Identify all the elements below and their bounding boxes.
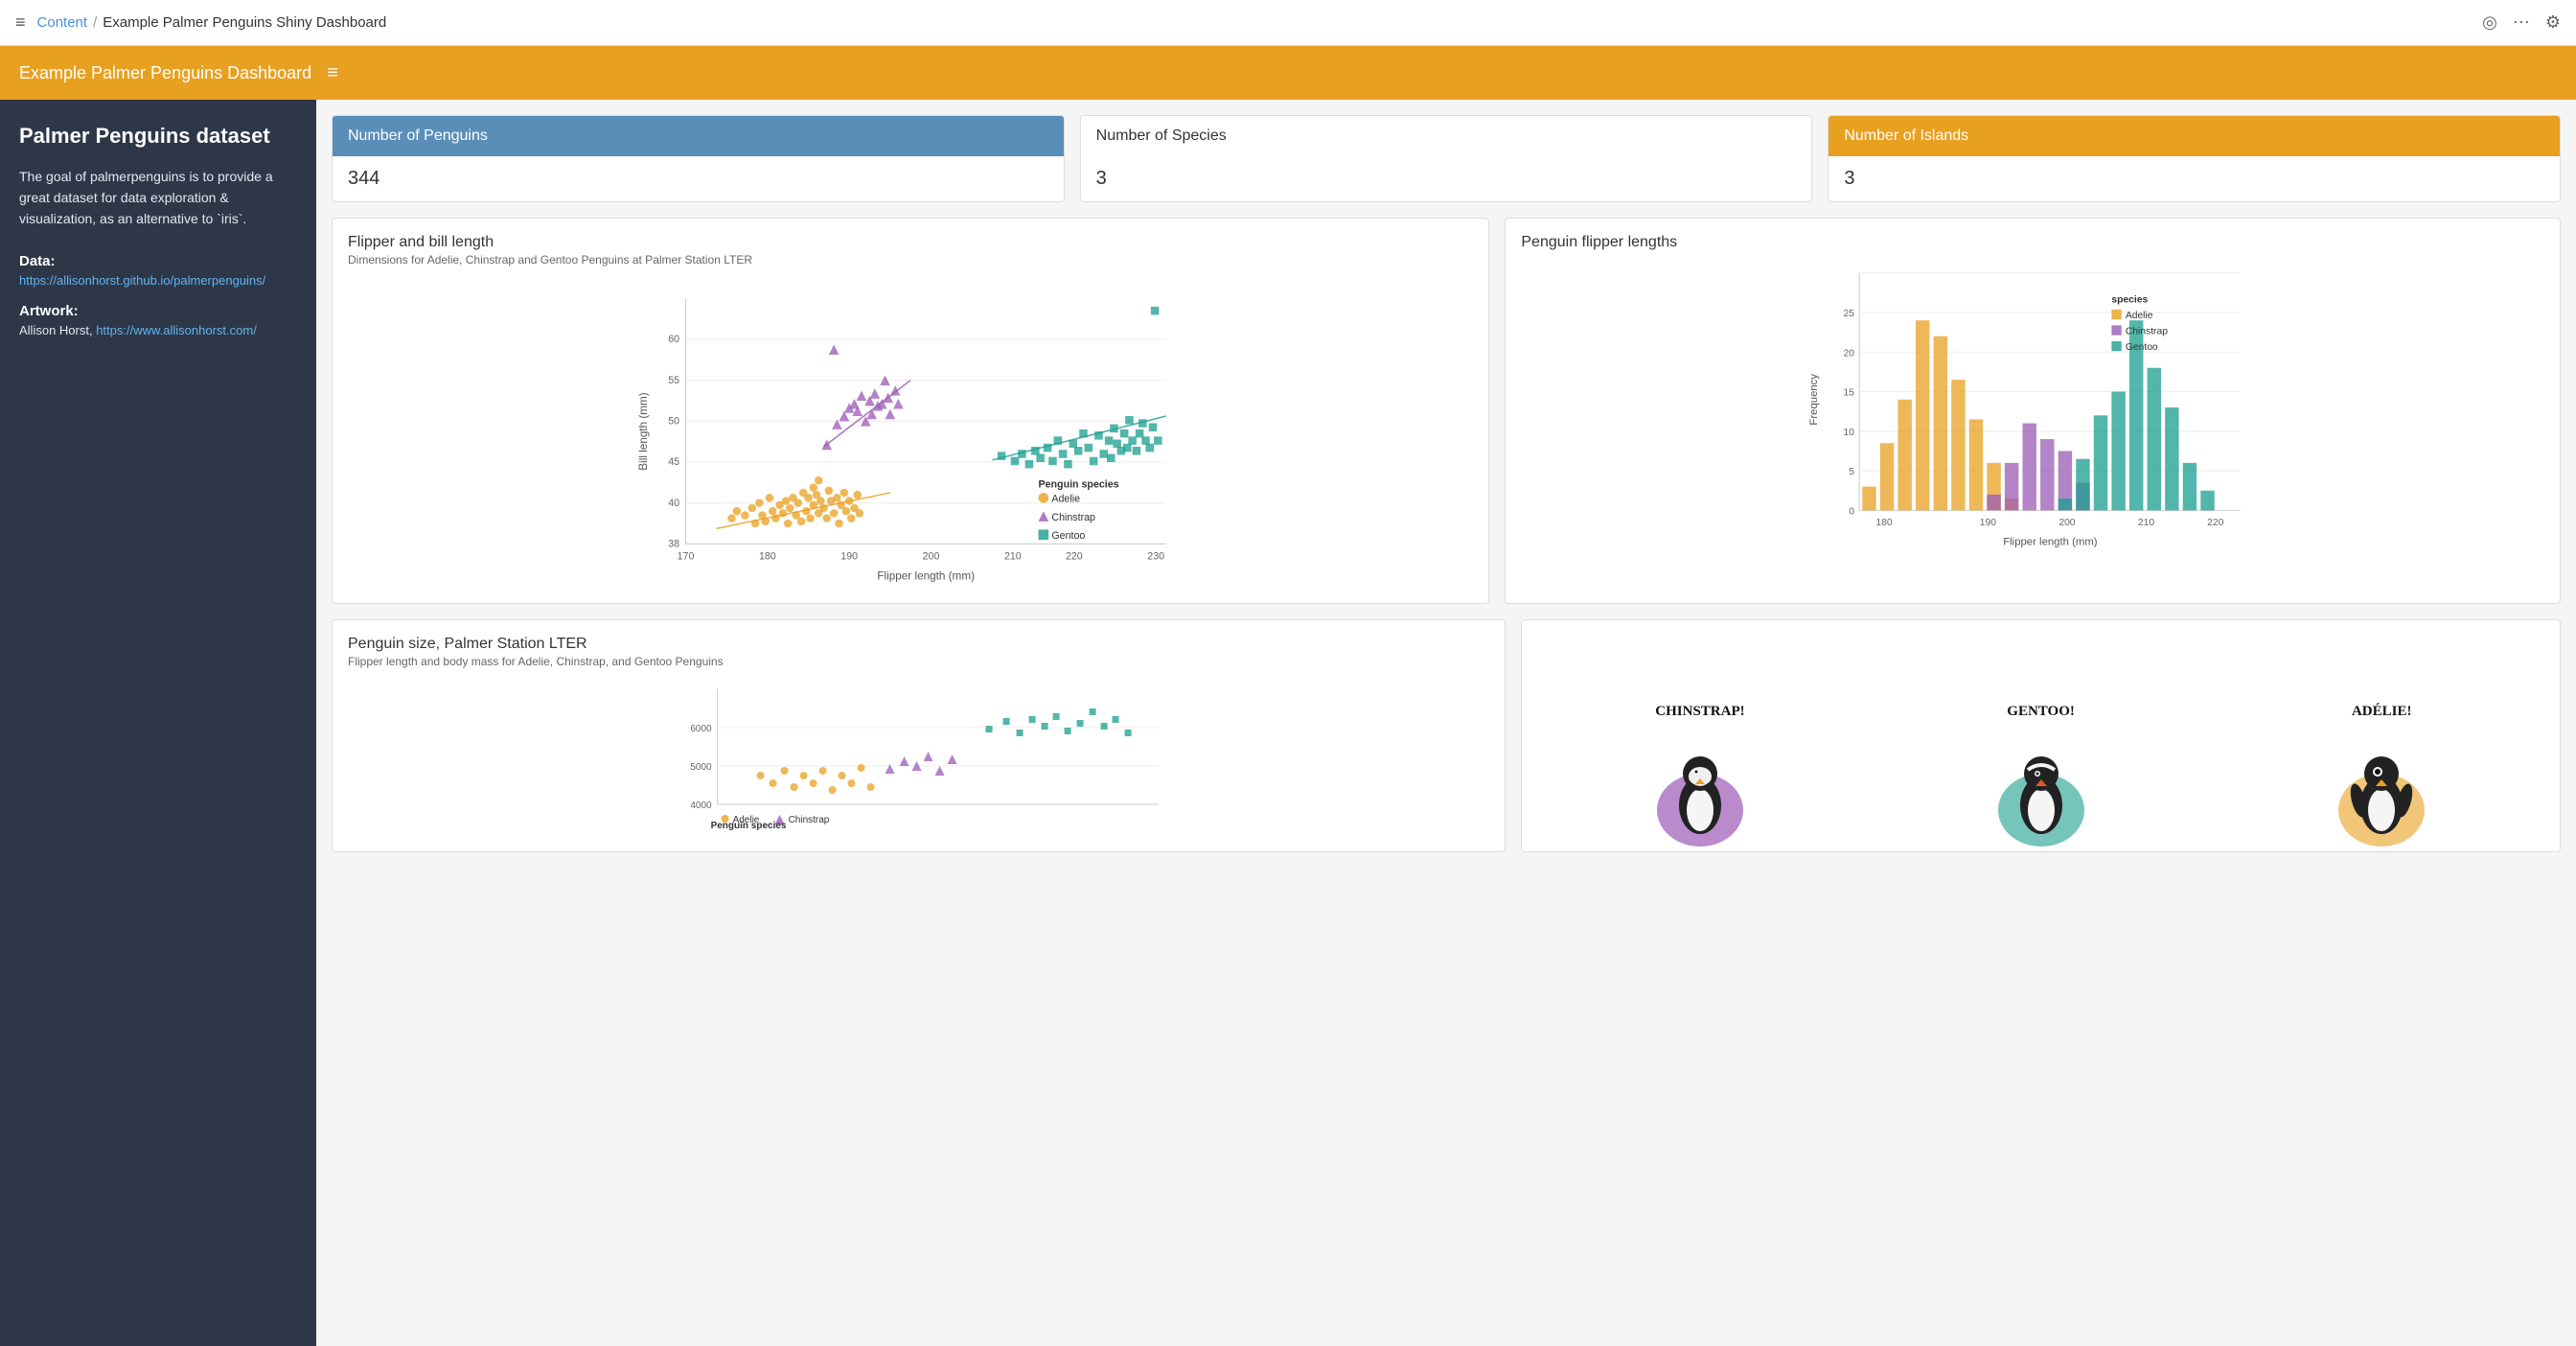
sidebar-artwork-link[interactable]: https://www.allisonhorst.com/ bbox=[96, 323, 257, 337]
svg-text:0: 0 bbox=[1850, 507, 1855, 518]
svg-text:200: 200 bbox=[923, 550, 940, 562]
svg-text:45: 45 bbox=[668, 456, 679, 468]
gentoo-svg bbox=[1993, 724, 2089, 848]
svg-text:230: 230 bbox=[1147, 550, 1164, 562]
scatter-subtitle: Dimensions for Adelie, Chinstrap and Gen… bbox=[348, 253, 1473, 267]
hamburger-icon[interactable]: ≡ bbox=[15, 12, 26, 33]
gear-icon[interactable]: ⚙ bbox=[2545, 12, 2561, 33]
svg-text:Frequency: Frequency bbox=[1808, 374, 1820, 426]
svg-text:10: 10 bbox=[1844, 428, 1855, 438]
sidebar-data-label: Data: bbox=[19, 253, 297, 269]
sidebar-artwork-text: Allison Horst, https://www.allisonhorst.… bbox=[19, 323, 297, 337]
chinstrap-svg bbox=[1652, 724, 1748, 848]
penguins-card-header: Number of Penguins bbox=[333, 116, 1064, 156]
adelie-svg bbox=[2334, 724, 2429, 848]
bottom-scatter-title: Penguin size, Palmer Station LTER bbox=[348, 636, 1489, 653]
breadcrumb-separator: / bbox=[93, 14, 97, 31]
svg-text:Adelie: Adelie bbox=[2126, 311, 2153, 321]
stat-card-penguins: Number of Penguins 344 bbox=[332, 115, 1065, 202]
svg-text:220: 220 bbox=[2208, 518, 2224, 528]
sidebar: Palmer Penguins dataset The goal of palm… bbox=[0, 100, 316, 1346]
svg-text:190: 190 bbox=[840, 550, 858, 562]
svg-text:6000: 6000 bbox=[690, 724, 712, 734]
charts-row: Flipper and bill length Dimensions for A… bbox=[332, 218, 2561, 604]
histogram-svg: 0 5 10 15 20 25 180 190 200 210 220 Flip… bbox=[1521, 253, 2544, 560]
gentoo-penguin: GENTOO! bbox=[1871, 704, 2212, 851]
scatter-title: Flipper and bill length bbox=[348, 234, 1473, 251]
svg-text:40: 40 bbox=[668, 498, 679, 509]
svg-text:Bill length (mm): Bill length (mm) bbox=[637, 392, 650, 470]
svg-text:20: 20 bbox=[1844, 348, 1855, 359]
svg-text:Flipper length (mm): Flipper length (mm) bbox=[877, 570, 975, 583]
svg-text:15: 15 bbox=[1844, 388, 1855, 399]
bottom-scatter-box: Penguin size, Palmer Station LTER Flippe… bbox=[332, 619, 1506, 852]
bottom-scatter-subtitle: Flipper length and body mass for Adelie,… bbox=[348, 655, 1489, 668]
svg-text:210: 210 bbox=[1004, 550, 1022, 562]
svg-text:180: 180 bbox=[1876, 518, 1893, 528]
svg-text:60: 60 bbox=[668, 334, 679, 345]
gentoo-label: GENTOO! bbox=[1871, 704, 2212, 720]
adelie-label: ADÉLIE! bbox=[2211, 704, 2552, 720]
svg-text:25: 25 bbox=[1844, 309, 1855, 319]
svg-text:50: 50 bbox=[668, 416, 679, 428]
stat-cards-row: Number of Penguins 344 Number of Species… bbox=[332, 115, 2561, 202]
chinstrap-penguin: CHINSTRAP! bbox=[1530, 704, 1871, 851]
svg-text:Chinstrap: Chinstrap bbox=[789, 815, 830, 825]
svg-text:5000: 5000 bbox=[690, 762, 712, 773]
bottom-row: Penguin size, Palmer Station LTER Flippe… bbox=[332, 619, 2561, 852]
breadcrumb-link[interactable]: Content bbox=[37, 14, 88, 31]
svg-text:55: 55 bbox=[668, 375, 679, 386]
main-layout: Palmer Penguins dataset The goal of palm… bbox=[0, 100, 2576, 1346]
histogram-chart-box: Penguin flipper lengths 0 5 10 15 bbox=[1505, 218, 2561, 604]
scatter-svg: 38 40 45 50 55 60 170 180 190 200 210 22… bbox=[348, 278, 1473, 585]
content-area: Number of Penguins 344 Number of Species… bbox=[316, 100, 2576, 1346]
breadcrumb: Content / Example Palmer Penguins Shiny … bbox=[37, 14, 387, 31]
svg-text:180: 180 bbox=[759, 550, 776, 562]
svg-text:5: 5 bbox=[1850, 467, 1855, 477]
penguins-card-value: 344 bbox=[333, 156, 1064, 201]
target-icon[interactable]: ◎ bbox=[2482, 12, 2497, 33]
penguin-illustration-box: CHINSTRAP! bbox=[1521, 619, 2561, 852]
topbar-left: ≡ Content / Example Palmer Penguins Shin… bbox=[15, 12, 386, 33]
app-title: Example Palmer Penguins Dashboard bbox=[19, 63, 311, 83]
svg-text:220: 220 bbox=[1066, 550, 1083, 562]
topbar-right: ◎ ⋯ ⚙ bbox=[2482, 12, 2561, 33]
bottom-scatter-svg: 4000 5000 6000 bbox=[348, 680, 1489, 833]
appbar: Example Palmer Penguins Dashboard ≡ bbox=[0, 46, 2576, 100]
species-card-header: Number of Species bbox=[1081, 116, 1812, 156]
appbar-menu-icon[interactable]: ≡ bbox=[327, 62, 338, 84]
species-card-value: 3 bbox=[1081, 156, 1812, 201]
breadcrumb-current: Example Palmer Penguins Shiny Dashboard bbox=[103, 14, 386, 31]
islands-card-header: Number of Islands bbox=[1828, 116, 2560, 156]
svg-text:4000: 4000 bbox=[690, 801, 712, 811]
svg-text:Adelie: Adelie bbox=[1051, 494, 1080, 505]
svg-text:210: 210 bbox=[2138, 518, 2154, 528]
svg-text:170: 170 bbox=[678, 550, 695, 562]
sidebar-description: The goal of palmerpenguins is to provide… bbox=[19, 166, 297, 230]
histogram-title: Penguin flipper lengths bbox=[1521, 234, 2544, 251]
scatter-chart-box: Flipper and bill length Dimensions for A… bbox=[332, 218, 1489, 604]
islands-card-value: 3 bbox=[1828, 156, 2560, 201]
chinstrap-label: CHINSTRAP! bbox=[1530, 704, 1871, 720]
sidebar-title: Palmer Penguins dataset bbox=[19, 123, 297, 151]
svg-text:Gentoo: Gentoo bbox=[2126, 342, 2158, 353]
svg-text:species: species bbox=[2112, 295, 2149, 306]
svg-text:Chinstrap: Chinstrap bbox=[2126, 327, 2168, 337]
sidebar-artwork-label: Artwork: bbox=[19, 303, 297, 319]
svg-text:Penguin species: Penguin species bbox=[1039, 479, 1119, 491]
stat-card-islands: Number of Islands 3 bbox=[1828, 115, 2561, 202]
svg-text:200: 200 bbox=[2059, 518, 2076, 528]
svg-text:Gentoo: Gentoo bbox=[1051, 530, 1085, 542]
svg-text:Flipper length (mm): Flipper length (mm) bbox=[2004, 537, 2099, 548]
stat-card-species: Number of Species 3 bbox=[1080, 115, 1813, 202]
sidebar-data-link[interactable]: https://allisonhorst.github.io/palmerpen… bbox=[19, 273, 297, 288]
dots-icon[interactable]: ⋯ bbox=[2513, 12, 2530, 33]
svg-text:38: 38 bbox=[668, 539, 679, 550]
svg-text:Penguin species: Penguin species bbox=[711, 821, 787, 831]
adelie-penguin: ADÉLIE! bbox=[2211, 704, 2552, 851]
svg-text:Chinstrap: Chinstrap bbox=[1051, 512, 1095, 523]
topbar: ≡ Content / Example Palmer Penguins Shin… bbox=[0, 0, 2576, 46]
svg-text:190: 190 bbox=[1980, 518, 1996, 528]
